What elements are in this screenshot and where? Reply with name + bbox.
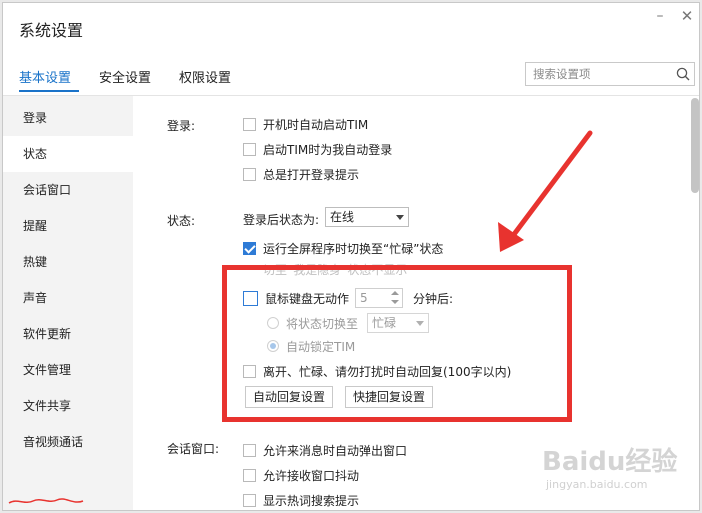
search-box <box>525 62 695 86</box>
after-login-status-label: 登录后状态为: <box>243 212 320 227</box>
sidebar: 登录 状态 会话窗口 提醒 热键 声音 软件更新 文件管理 文件共享 音视频通话 <box>3 96 133 510</box>
login-section-label: 登录: <box>167 119 196 133</box>
checkbox[interactable] <box>243 167 256 181</box>
checkbox[interactable] <box>243 468 256 482</box>
option-auto-start[interactable]: 开机时自动启动TIM <box>243 115 368 133</box>
option-hotword-hint[interactable]: 显示热词搜索提示 <box>243 491 359 509</box>
close-icon[interactable]: ✕ <box>677 7 697 25</box>
checkbox[interactable] <box>243 493 256 507</box>
sidebar-item-sound[interactable]: 声音 <box>3 280 133 316</box>
annotation-highlight-box <box>222 265 572 422</box>
title-bar: 系统设置 – ✕ <box>3 3 699 49</box>
checkbox[interactable] <box>243 142 256 156</box>
sidebar-item-reminder[interactable]: 提醒 <box>3 208 133 244</box>
option-window-shake[interactable]: 允许接收窗口抖动 <box>243 466 359 484</box>
tab-basic-settings[interactable]: 基本设置 <box>19 67 71 86</box>
checkbox-checked[interactable] <box>243 241 256 255</box>
search-icon[interactable] <box>676 67 690 81</box>
option-fullscreen-busy[interactable]: 运行全屏程序时切换至“忙碌”状态 <box>243 239 443 257</box>
baidu-watermark-logo: Baidu经验 jingyan.baidu.com <box>542 446 677 491</box>
vertical-scrollbar[interactable] <box>691 98 699 193</box>
chevron-down-icon <box>396 215 404 220</box>
sidebar-item-av-call[interactable]: 音视频通话 <box>3 424 133 460</box>
session-section-label: 会话窗口: <box>167 442 220 456</box>
sidebar-item-login[interactable]: 登录 <box>3 100 133 136</box>
checkbox[interactable] <box>243 117 256 131</box>
sidebar-item-file-sharing[interactable]: 文件共享 <box>3 388 133 424</box>
svg-text:Baidu经验: Baidu经验 <box>542 446 677 477</box>
window-title: 系统设置 <box>19 21 84 40</box>
settings-window: 系统设置 – ✕ 基本设置 安全设置 权限设置 登录 状态 会话窗口 提醒 热键… <box>2 2 700 511</box>
sidebar-item-hotkey[interactable]: 热键 <box>3 244 133 280</box>
status-section-label: 状态: <box>167 214 196 228</box>
active-tab-indicator <box>19 90 79 92</box>
search-input[interactable] <box>526 63 666 85</box>
option-auto-popup[interactable]: 允许来消息时自动弹出窗口 <box>243 441 407 459</box>
checkbox[interactable] <box>243 443 256 457</box>
sidebar-item-software-update[interactable]: 软件更新 <box>3 316 133 352</box>
svg-text:jingyan.baidu.com: jingyan.baidu.com <box>545 478 648 491</box>
tab-security-settings[interactable]: 安全设置 <box>99 67 151 86</box>
option-show-login-prompt[interactable]: 总是打开登录提示 <box>243 165 359 183</box>
tab-permission-settings[interactable]: 权限设置 <box>179 67 231 86</box>
minimize-icon[interactable]: – <box>650 7 670 25</box>
option-auto-login[interactable]: 启动TIM时为我自动登录 <box>243 140 392 158</box>
after-login-status-select[interactable]: 在线 <box>325 207 409 227</box>
red-scribble-mark <box>8 498 84 504</box>
sidebar-item-session-window[interactable]: 会话窗口 <box>3 172 133 208</box>
sidebar-item-status[interactable]: 状态 <box>3 136 133 172</box>
sidebar-item-file-management[interactable]: 文件管理 <box>3 352 133 388</box>
